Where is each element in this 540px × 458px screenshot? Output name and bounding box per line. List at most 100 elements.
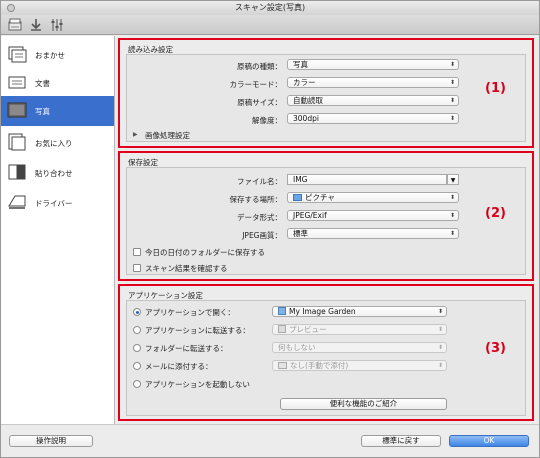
send-to-folder-radio[interactable] [133, 344, 141, 352]
attach-email-radio[interactable] [133, 362, 141, 370]
check-result-checkbox[interactable] [133, 264, 141, 272]
sidebar-item-label: 写真 [35, 107, 50, 116]
save-date-folder-label: 今日の日付のフォルダーに保存する [145, 248, 265, 257]
resolution-select[interactable]: 300dpi ⬍ [287, 113, 459, 124]
chevron-down-icon: ▼ [450, 177, 456, 184]
save-in-select[interactable]: ピクチャ ⬍ [287, 192, 459, 203]
folder-icon [293, 194, 302, 201]
data-format-value: JPEG/Exif [293, 211, 327, 220]
file-name-label: ファイル名： [237, 177, 282, 186]
features-button[interactable]: 便利な機能のご紹介 [280, 398, 447, 410]
resolution-value: 300dpi [293, 114, 319, 123]
updown-icon: ⬍ [437, 308, 443, 315]
settings-sliders-icon[interactable] [49, 17, 65, 33]
send-to-app-value: プレビュー [289, 325, 327, 334]
app-settings-group: アプリケーションで開く： My Image Garden ⬍ アプリケーションに転… [126, 300, 526, 416]
toolbar [1, 15, 539, 35]
settings-panel: 読み込み設定 原稿の種類： 写真 ⬍ カラーモード： カラー ⬍ 原稿サイズ： 自動… [115, 36, 539, 424]
open-with-label: アプリケーションで開く： [145, 308, 235, 317]
open-with-select[interactable]: My Image Garden ⬍ [272, 306, 447, 317]
paper-size-value: 自動読取 [293, 96, 323, 105]
scan-settings-window: スキャン設定(写真) おまかせ 文書 写真 お気に入り 貼り合わせ ドライバー … [0, 0, 540, 458]
ok-button[interactable]: OK [449, 435, 529, 447]
updown-icon: ⬍ [449, 97, 455, 104]
sidebar-item-auto[interactable]: おまかせ [1, 40, 114, 70]
sidebar-item-document[interactable]: 文書 [1, 68, 114, 98]
check-result-label: スキャン結果を確認する [145, 264, 228, 273]
footer: 操作説明 標準に戻す OK [1, 424, 539, 457]
save-date-folder-checkbox[interactable] [133, 248, 141, 256]
sidebar-item-photo[interactable]: 写真 [1, 96, 114, 126]
jpeg-quality-label: JPEG画質： [242, 231, 282, 240]
scan-settings-group: 原稿の種類： 写真 ⬍ カラーモード： カラー ⬍ 原稿サイズ： 自動読取 ⬍ 解像度… [126, 54, 526, 142]
sidebar-item-label: お気に入り [35, 139, 73, 148]
doc-type-label: 原稿の種類： [237, 62, 282, 71]
sidebar-item-label: おまかせ [35, 51, 65, 60]
save-in-label: 保存する場所： [229, 195, 283, 204]
attach-email-select[interactable]: なし(手動で添付) ⬍ [272, 360, 447, 371]
color-mode-select[interactable]: カラー ⬍ [287, 77, 459, 88]
scanner-icon[interactable] [7, 17, 23, 33]
updown-icon: ⬍ [449, 212, 455, 219]
color-mode-value: カラー [293, 78, 316, 87]
open-with-radio[interactable] [133, 308, 141, 316]
file-name-dropdown[interactable]: ▼ [447, 174, 459, 185]
stitch-icon [8, 164, 26, 180]
restore-defaults-button[interactable]: 標準に戻す [361, 435, 441, 447]
send-to-folder-select[interactable]: 何もしない ⬍ [272, 342, 447, 353]
section-2-badge: (2) [485, 206, 506, 221]
save-settings-group: ファイル名： IMG ▼ 保存する場所： ピクチャ ⬍ データ形式： JPEG/E… [126, 167, 526, 275]
favorite-icon [8, 133, 26, 151]
attach-email-value: なし(手動で添付) [290, 361, 349, 370]
image-processing-toggle[interactable]: 画像処理設定 [145, 130, 190, 141]
open-with-value: My Image Garden [289, 307, 356, 316]
driver-icon [8, 195, 26, 209]
send-to-app-label: アプリケーションに転送する： [145, 326, 250, 335]
jpeg-quality-select[interactable]: 標準 ⬍ [287, 228, 459, 239]
sidebar: おまかせ 文書 写真 お気に入り 貼り合わせ ドライバー [1, 36, 115, 424]
close-window-button[interactable] [7, 4, 15, 12]
folder-icon [278, 362, 287, 369]
updown-icon: ⬍ [449, 230, 455, 237]
sidebar-item-driver[interactable]: ドライバー [1, 188, 114, 218]
sidebar-item-label: 貼り合わせ [35, 169, 73, 178]
window-title: スキャン設定(写真) [234, 3, 306, 12]
preview-app-icon [278, 325, 286, 333]
send-to-folder-label: フォルダーに転送する： [145, 344, 228, 353]
updown-icon: ⬍ [449, 61, 455, 68]
doc-type-value: 写真 [293, 60, 308, 69]
section-1-badge: (1) [485, 81, 506, 96]
file-name-value: IMG [293, 175, 308, 184]
paper-size-label: 原稿サイズ： [237, 98, 282, 107]
file-name-input[interactable]: IMG [287, 174, 447, 185]
doc-type-select[interactable]: 写真 ⬍ [287, 59, 459, 70]
data-format-label: データ形式： [237, 213, 282, 222]
sidebar-item-favorite[interactable]: お気に入り [1, 128, 114, 158]
send-to-app-select[interactable]: プレビュー ⬍ [272, 324, 447, 335]
app-icon [278, 307, 286, 315]
updown-icon: ⬍ [449, 79, 455, 86]
sidebar-item-label: 文書 [35, 79, 50, 88]
no-launch-label: アプリケーションを起動しない [145, 380, 250, 389]
save-in-value: ピクチャ [305, 193, 335, 202]
photo-icon [7, 102, 27, 118]
send-to-folder-value: 何もしない [278, 343, 316, 352]
updown-icon: ⬍ [437, 326, 443, 333]
updown-icon: ⬍ [449, 115, 455, 122]
send-to-app-radio[interactable] [133, 326, 141, 334]
data-format-select[interactable]: JPEG/Exif ⬍ [287, 210, 459, 221]
instructions-button[interactable]: 操作説明 [9, 435, 93, 447]
no-launch-radio[interactable] [133, 380, 141, 388]
title-bar: スキャン設定(写真) [1, 1, 539, 15]
color-mode-label: カラーモード： [229, 80, 283, 89]
section-3-badge: (3) [485, 341, 506, 356]
paper-size-select[interactable]: 自動読取 ⬍ [287, 95, 459, 106]
document-icon [8, 76, 26, 89]
sidebar-item-label: ドライバー [35, 199, 73, 208]
download-icon[interactable] [28, 17, 44, 33]
attach-email-label: メールに添付する： [145, 362, 213, 371]
auto-scan-icon [8, 46, 27, 63]
updown-icon: ⬍ [437, 362, 443, 369]
disclosure-triangle-icon[interactable]: ▶ [133, 131, 138, 138]
sidebar-item-stitch[interactable]: 貼り合わせ [1, 158, 114, 188]
